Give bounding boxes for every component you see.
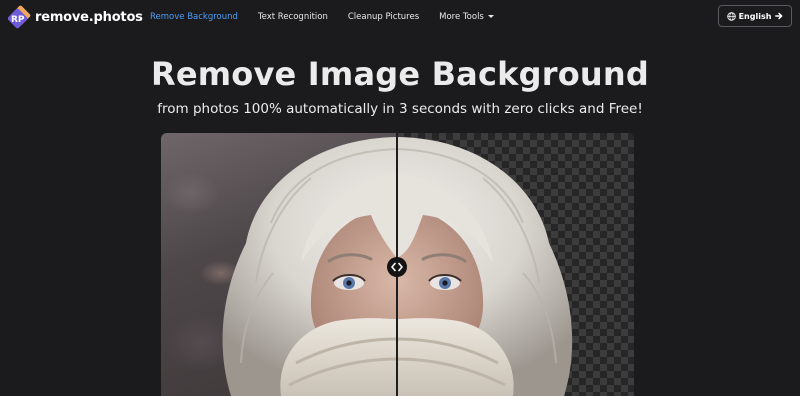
brand-name: remove.photos bbox=[35, 9, 143, 25]
globe-icon bbox=[726, 11, 736, 21]
more-tools-label: More Tools bbox=[439, 12, 484, 22]
left-right-arrows-icon[interactable] bbox=[387, 257, 407, 277]
language-label: English bbox=[738, 11, 772, 21]
nav-link-more-tools[interactable]: More Tools bbox=[439, 12, 494, 22]
logo-mark-icon: RP bbox=[7, 5, 32, 29]
nav-links: Remove Background Text Recognition Clean… bbox=[150, 0, 514, 34]
caret-down-icon bbox=[487, 15, 494, 18]
top-navbar: RP remove.photos Remove Background Text … bbox=[0, 0, 800, 34]
svg-text:RP: RP bbox=[11, 15, 25, 25]
before-after-comparison[interactable] bbox=[161, 133, 634, 396]
language-button[interactable]: English bbox=[718, 5, 792, 27]
arrow-right-icon bbox=[775, 12, 783, 20]
page-title: Remove Image Background bbox=[151, 55, 649, 93]
page-subtitle: from photos 100% automatically in 3 seco… bbox=[157, 101, 643, 117]
brand-logo[interactable]: RP remove.photos bbox=[7, 5, 143, 29]
nav-link-text-recognition[interactable]: Text Recognition bbox=[258, 12, 328, 22]
nav-link-cleanup-pictures[interactable]: Cleanup Pictures bbox=[348, 12, 419, 22]
nav-link-remove-background[interactable]: Remove Background bbox=[150, 12, 238, 22]
